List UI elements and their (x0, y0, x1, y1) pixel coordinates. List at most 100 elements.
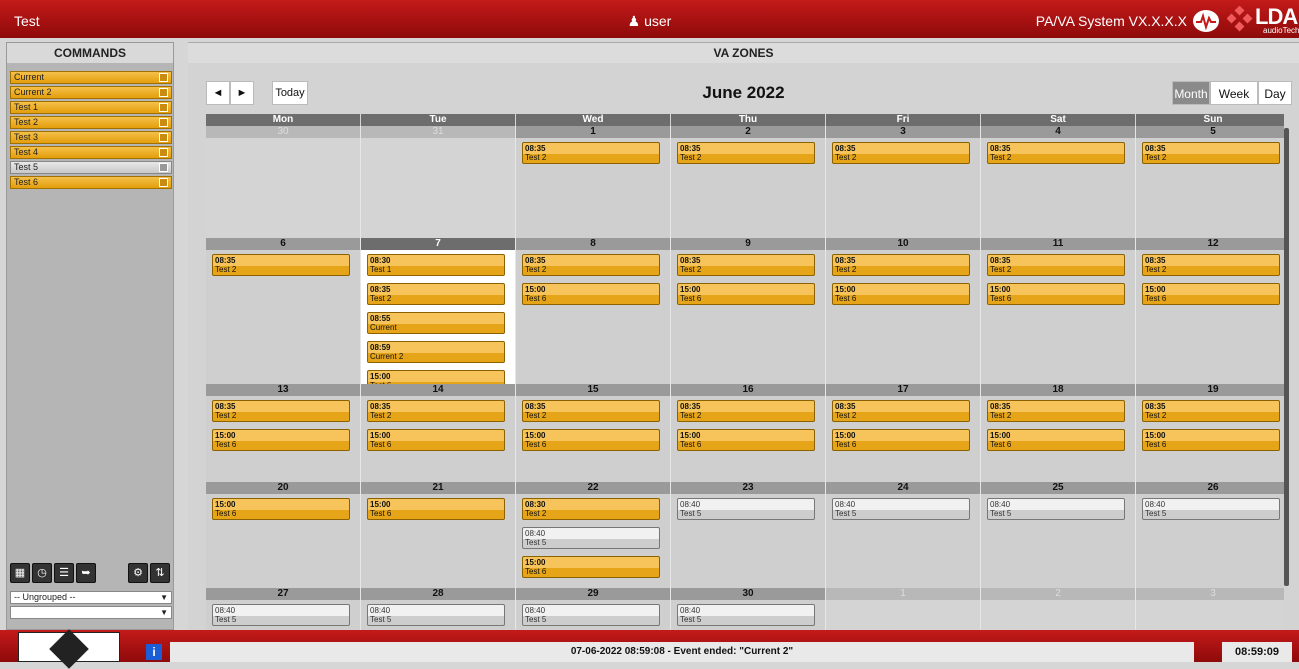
command-item[interactable]: Test 3 (10, 131, 172, 144)
calendar-event[interactable]: 08:35 Test 2 (987, 254, 1125, 276)
day-cell[interactable]: 14 08:35 Test 2 15:00 Test 6 (361, 384, 516, 482)
day-cell[interactable]: 13 08:35 Test 2 15:00 Test 6 (206, 384, 361, 482)
command-item[interactable]: Test 1 (10, 101, 172, 114)
calendar-icon[interactable] (159, 163, 168, 172)
calendar-icon[interactable] (159, 73, 168, 82)
calendar-event[interactable]: 08:40 Test 5 (832, 498, 970, 520)
command-item[interactable]: Test 5 (10, 161, 172, 174)
calendar-event[interactable]: 15:00Test 6 (987, 429, 1125, 451)
calendar-event[interactable]: 08:40 Test 5 (522, 527, 660, 549)
day-cell[interactable]: 30 08:40 Test 5 (671, 588, 826, 630)
share-icon[interactable]: ➥ (76, 563, 96, 583)
calendar-event[interactable]: 15:00Test 6 (832, 283, 970, 305)
day-cell[interactable]: 19 08:35 Test 2 15:00 Test 6 (1136, 384, 1284, 482)
gear-icon[interactable]: ⚙ (128, 563, 148, 583)
day-cell[interactable]: 5 08:35 Test 2 (1136, 126, 1284, 238)
calendar-icon[interactable] (159, 103, 168, 112)
calendar-event[interactable]: 08:35 Test 2 (677, 400, 815, 422)
calendar-event[interactable]: 08:40 Test 5 (1142, 498, 1280, 520)
calendar-event[interactable]: 08:35 Test 2 (212, 400, 350, 422)
calendar-event[interactable]: 08:30 Test 1 (367, 254, 505, 276)
next-month-button[interactable]: ► (230, 81, 254, 105)
day-cell[interactable]: 30 (206, 126, 361, 238)
calendar-event[interactable]: 15:00Test 6 (367, 498, 505, 520)
day-cell[interactable]: 11 08:35 Test 2 15:00 Test 6 (981, 238, 1136, 384)
day-cell[interactable]: 15 08:35 Test 2 15:00 Test 6 (516, 384, 671, 482)
calendar-event[interactable]: 08:35 Test 2 (1142, 400, 1280, 422)
sort-az-icon[interactable]: ⇅ (150, 563, 170, 583)
day-cell[interactable]: 18 08:35 Test 2 15:00 Test 6 (981, 384, 1136, 482)
calendar-event[interactable]: 08:40 Test 5 (522, 604, 660, 626)
day-cell[interactable]: 17 08:35 Test 2 15:00 Test 6 (826, 384, 981, 482)
command-item[interactable]: Test 2 (10, 116, 172, 129)
calendar-event[interactable]: 15:00Test 6 (212, 498, 350, 520)
clock-icon[interactable]: ◷ (32, 563, 52, 583)
calendar-icon[interactable] (159, 118, 168, 127)
day-cell[interactable]: 7 08:30 Test 1 08:35 Test 2 08:55 Current 08:59… (361, 238, 516, 392)
calendar-event[interactable]: 08:35 Test 2 (367, 283, 505, 305)
day-cell[interactable]: 23 08:40 Test 5 (671, 482, 826, 588)
calendar-event[interactable]: 15:00Test 6 (832, 429, 970, 451)
day-cell[interactable]: 12 08:35 Test 2 15:00 Test 6 (1136, 238, 1284, 384)
calendar-event[interactable]: 08:35 Test 2 (522, 142, 660, 164)
calendar-scrollbar[interactable] (1284, 128, 1289, 586)
calendar-event[interactable]: 08:35 Test 2 (832, 400, 970, 422)
day-cell[interactable]: 27 08:40 Test 5 (206, 588, 361, 630)
calendar-event[interactable]: 15:00Test 6 (677, 283, 815, 305)
day-cell[interactable]: 20 15:00 Test 6 (206, 482, 361, 588)
calendar-event[interactable]: 08:35 Test 2 (212, 254, 350, 276)
day-cell[interactable]: 6 08:35 Test 2 (206, 238, 361, 384)
calendar-event[interactable]: 08:59 Current 2 (367, 341, 505, 363)
day-cell[interactable]: 3 (1136, 588, 1284, 630)
day-cell[interactable]: 8 08:35 Test 2 15:00 Test 6 (516, 238, 671, 384)
calendar-icon[interactable] (159, 148, 168, 157)
day-cell[interactable]: 1 (826, 588, 981, 630)
view-month-button[interactable]: Month (1172, 81, 1210, 105)
calendar-event[interactable]: 15:00Test 6 (1142, 429, 1280, 451)
second-select[interactable]: ▼ (10, 606, 172, 619)
day-cell[interactable]: 10 08:35 Test 2 15:00 Test 6 (826, 238, 981, 384)
view-day-button[interactable]: Day (1258, 81, 1292, 105)
calendar-event[interactable]: 15:00Test 6 (522, 283, 660, 305)
day-cell[interactable]: 22 08:30 Test 2 08:40 Test 5 15:00 Test 6 (516, 482, 671, 588)
day-cell[interactable]: 21 15:00 Test 6 (361, 482, 516, 588)
calendar-event[interactable]: 15:00Test 6 (212, 429, 350, 451)
calendar-event[interactable]: 15:00Test 6 (987, 283, 1125, 305)
calendar-event[interactable]: 08:35 Test 2 (832, 142, 970, 164)
day-cell[interactable]: 25 08:40 Test 5 (981, 482, 1136, 588)
day-cell[interactable]: 31 (361, 126, 516, 238)
calendar-event[interactable]: 08:35 Test 2 (367, 400, 505, 422)
calendar-event[interactable]: 15:00Test 6 (522, 429, 660, 451)
command-item[interactable]: Current 2 (10, 86, 172, 99)
day-cell[interactable]: 24 08:40 Test 5 (826, 482, 981, 588)
calendar-event[interactable]: 15:00Test 6 (1142, 283, 1280, 305)
calendar-event[interactable]: 15:00Test 6 (522, 556, 660, 578)
view-week-button[interactable]: Week (1210, 81, 1258, 105)
calendar-event[interactable]: 08:35 Test 2 (832, 254, 970, 276)
day-cell[interactable]: 1 08:35 Test 2 (516, 126, 671, 238)
calendar-event[interactable]: 08:40 Test 5 (367, 604, 505, 626)
user-menu[interactable]: ♟ user (628, 13, 672, 29)
calendar-event[interactable]: 08:40 Test 5 (212, 604, 350, 626)
list-icon[interactable]: ☰ (54, 563, 74, 583)
calendar-event[interactable]: 08:35 Test 2 (677, 142, 815, 164)
prev-month-button[interactable]: ◄ (206, 81, 230, 105)
day-cell[interactable]: 16 08:35 Test 2 15:00 Test 6 (671, 384, 826, 482)
day-cell[interactable]: 2 (981, 588, 1136, 630)
day-cell[interactable]: 9 08:35 Test 2 15:00 Test 6 (671, 238, 826, 384)
today-button[interactable]: Today (272, 81, 308, 105)
calendar-event[interactable]: 08:35 Test 2 (1142, 254, 1280, 276)
day-cell[interactable]: 4 08:35 Test 2 (981, 126, 1136, 238)
day-cell[interactable]: 26 08:40 Test 5 (1136, 482, 1284, 588)
calendar-event[interactable]: 08:35 Test 2 (987, 400, 1125, 422)
command-item[interactable]: Test 4 (10, 146, 172, 159)
calendar-event[interactable]: 08:35 Test 2 (1142, 142, 1280, 164)
calendar-icon[interactable] (159, 88, 168, 97)
calendar-event[interactable]: 08:40 Test 5 (987, 498, 1125, 520)
calendar-event[interactable]: 08:35 Test 2 (522, 400, 660, 422)
day-cell[interactable]: 29 08:40 Test 5 (516, 588, 671, 630)
calendar-event[interactable]: 08:40 Test 5 (677, 498, 815, 520)
day-cell[interactable]: 2 08:35 Test 2 (671, 126, 826, 238)
calendar-event[interactable]: 08:30 Test 2 (522, 498, 660, 520)
calendar-event[interactable]: 08:35 Test 2 (677, 254, 815, 276)
